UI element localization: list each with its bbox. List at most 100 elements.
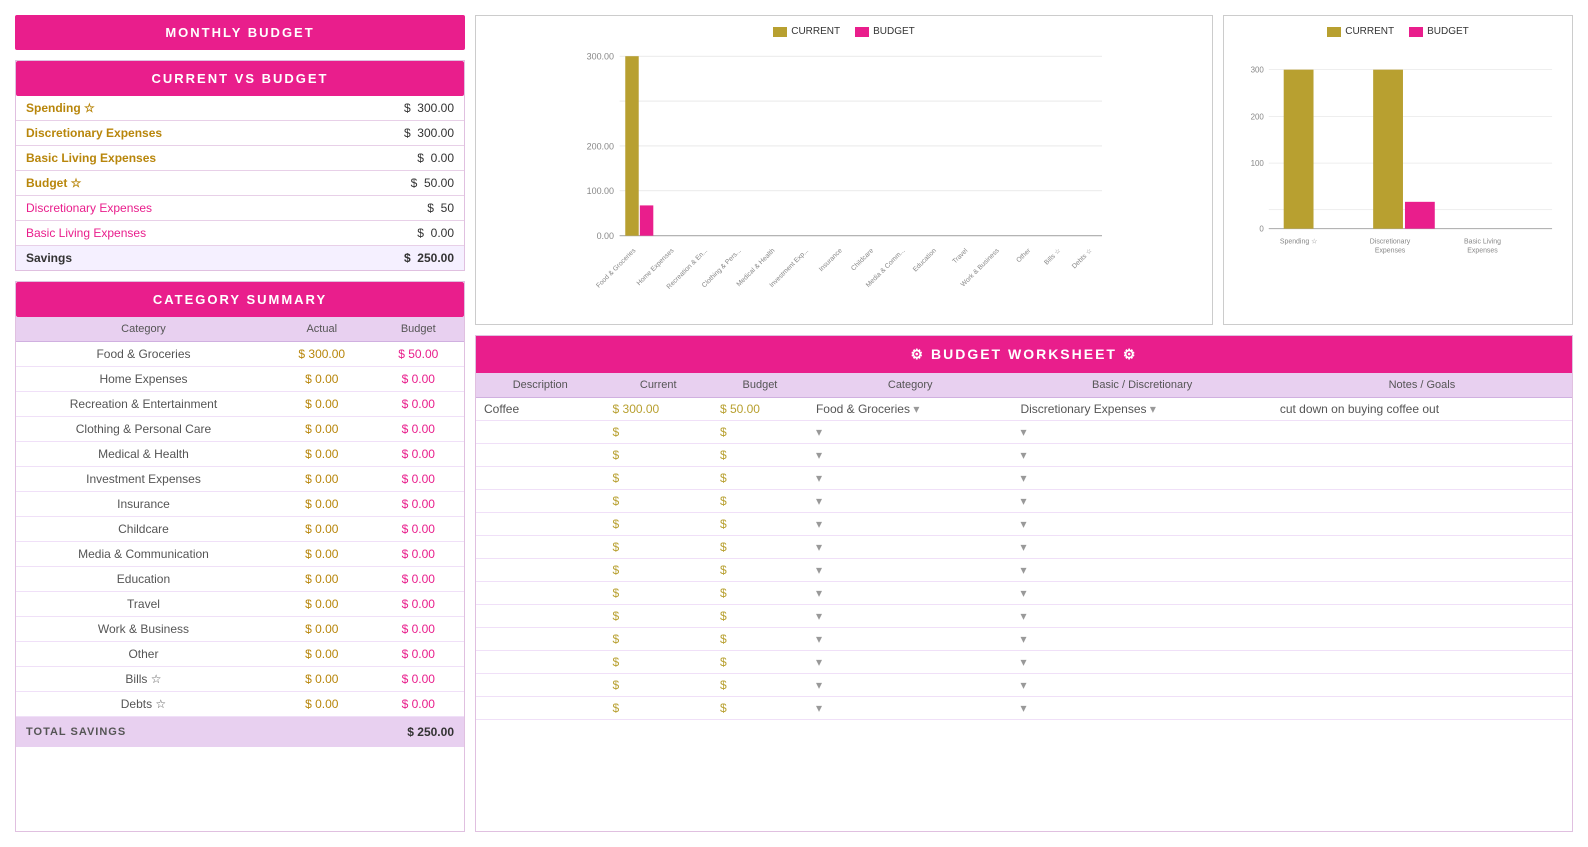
cvb-basic-label: Basic Living Expenses (16, 146, 325, 171)
svg-text:Debts ☆: Debts ☆ (1070, 247, 1094, 271)
svg-text:Childcare: Childcare (850, 247, 875, 272)
ws-basic-disc: ▾ (1012, 467, 1271, 490)
svg-text:Education: Education (912, 247, 938, 273)
ws-category: ▾ (808, 651, 1013, 674)
ws-description[interactable] (476, 651, 605, 674)
cvb-row-disc-expenses: Discretionary Expenses $ 300.00 (16, 121, 464, 146)
cvb-row-basic: Basic Living Expenses $ 0.00 (16, 146, 464, 171)
worksheet-row: $ $ ▾ ▾ (476, 490, 1572, 513)
ws-description[interactable] (476, 513, 605, 536)
ws-current: $ (605, 651, 712, 674)
cat-row-name: Investment Expenses (16, 467, 271, 492)
svg-text:300.00: 300.00 (587, 52, 614, 62)
ws-basic-disc: ▾ (1012, 444, 1271, 467)
cat-row: Food & Groceries $ 300.00 $ 50.00 (16, 342, 464, 367)
ws-notes (1272, 697, 1572, 720)
cat-row-actual: $ 0.00 (271, 492, 373, 517)
ws-description[interactable] (476, 697, 605, 720)
ws-basic-disc: ▾ (1012, 513, 1271, 536)
cat-row: Home Expenses $ 0.00 $ 0.00 (16, 367, 464, 392)
ws-description[interactable] (476, 444, 605, 467)
ws-description[interactable] (476, 605, 605, 628)
ws-current: $ (605, 582, 712, 605)
group-legend-budget-label: BUDGET (1427, 26, 1469, 37)
worksheet-row: $ $ ▾ ▾ (476, 674, 1572, 697)
ws-notes (1272, 467, 1572, 490)
ws-current: $ (605, 697, 712, 720)
cvb-basic-budget-value: $ 0.00 (325, 221, 464, 246)
cvb-savings-value: $ 250.00 (325, 246, 464, 271)
cat-row-name: Work & Business (16, 617, 271, 642)
cat-row-budget: $ 0.00 (373, 692, 464, 717)
cat-row-budget: $ 0.00 (373, 642, 464, 667)
ws-current: $ 300.00 (605, 398, 712, 421)
ws-basic-disc: ▾ (1012, 582, 1271, 605)
ws-category: ▾ (808, 697, 1013, 720)
ws-notes (1272, 559, 1572, 582)
cvb-title: CURRENT VS BUDGET (16, 61, 464, 96)
ws-basic-disc: ▾ (1012, 651, 1271, 674)
ws-description[interactable] (476, 628, 605, 651)
ws-budget: $ 50.00 (712, 398, 808, 421)
legend-budget-label: BUDGET (873, 26, 915, 37)
ws-current: $ (605, 444, 712, 467)
cat-row-actual: $ 0.00 (271, 667, 373, 692)
ws-description[interactable]: Coffee (476, 398, 605, 421)
cat-row-name: Recreation & Entertainment (16, 392, 271, 417)
cvb-disc-label: Discretionary Expenses (16, 121, 325, 146)
budget-worksheet-section: ⚙ BUDGET WORKSHEET ⚙ Description Current… (475, 335, 1573, 832)
cat-row-name: Childcare (16, 517, 271, 542)
ws-category: ▾ (808, 444, 1013, 467)
svg-text:200: 200 (1251, 112, 1265, 121)
page: MONTHLY BUDGET CURRENT VS BUDGET Spendin… (0, 0, 1588, 847)
cat-row: Investment Expenses $ 0.00 $ 0.00 (16, 467, 464, 492)
worksheet-row: $ $ ▾ ▾ (476, 513, 1572, 536)
group-legend-budget: BUDGET (1409, 26, 1469, 37)
ws-description[interactable] (476, 674, 605, 697)
cat-row-budget: $ 0.00 (373, 667, 464, 692)
ws-description[interactable] (476, 582, 605, 605)
cvb-row-spending: Spending ☆ $ 300.00 (16, 96, 464, 121)
bar-chart-box: CURRENT BUDGET (475, 15, 1213, 325)
ws-basic-disc: Discretionary Expenses ▾ (1012, 398, 1271, 421)
ws-description[interactable] (476, 421, 605, 444)
cvb-disc-budget-label: Discretionary Expenses (16, 196, 325, 221)
ws-current: $ (605, 536, 712, 559)
svg-text:Other: Other (1015, 247, 1032, 264)
ws-description[interactable] (476, 559, 605, 582)
cat-row-name: Medical & Health (16, 442, 271, 467)
group-budget-swatch (1409, 27, 1423, 37)
ws-budget: $ (712, 628, 808, 651)
cvb-spending-value: $ 300.00 (325, 96, 464, 121)
cat-row-name: Debts ☆ (16, 692, 271, 717)
ws-description[interactable] (476, 536, 605, 559)
svg-text:Discretionary: Discretionary (1370, 239, 1411, 246)
ws-budget: $ (712, 651, 808, 674)
ws-current: $ (605, 559, 712, 582)
cat-row-budget: $ 0.00 (373, 517, 464, 542)
ws-description[interactable] (476, 490, 605, 513)
cvb-disc-budget-value: $ 50 (325, 196, 464, 221)
cat-row: Medical & Health $ 0.00 $ 0.00 (16, 442, 464, 467)
ws-notes (1272, 651, 1572, 674)
worksheet-row: $ $ ▾ ▾ (476, 651, 1572, 674)
ws-category: ▾ (808, 467, 1013, 490)
ws-current: $ (605, 421, 712, 444)
cat-row-actual: $ 0.00 (271, 592, 373, 617)
cat-row-name: Media & Communication (16, 542, 271, 567)
cat-row-actual: $ 0.00 (271, 467, 373, 492)
group-current-swatch (1327, 27, 1341, 37)
ws-header-notes: Notes / Goals (1272, 373, 1572, 398)
cvb-row-savings: Savings $ 250.00 (16, 246, 464, 271)
cvb-table: Spending ☆ $ 300.00 Discretionary Expens… (16, 96, 464, 270)
ws-budget: $ (712, 513, 808, 536)
ws-category: ▾ (808, 605, 1013, 628)
cat-row-budget: $ 0.00 (373, 367, 464, 392)
ws-description[interactable] (476, 467, 605, 490)
ws-category: ▾ (808, 421, 1013, 444)
ws-budget: $ (712, 444, 808, 467)
category-summary-section: CATEGORY SUMMARY Category Actual Budget … (15, 281, 465, 832)
worksheet-row: $ $ ▾ ▾ (476, 467, 1572, 490)
worksheet-row: $ $ ▾ ▾ (476, 628, 1572, 651)
svg-text:Bills ☆: Bills ☆ (1043, 247, 1063, 267)
